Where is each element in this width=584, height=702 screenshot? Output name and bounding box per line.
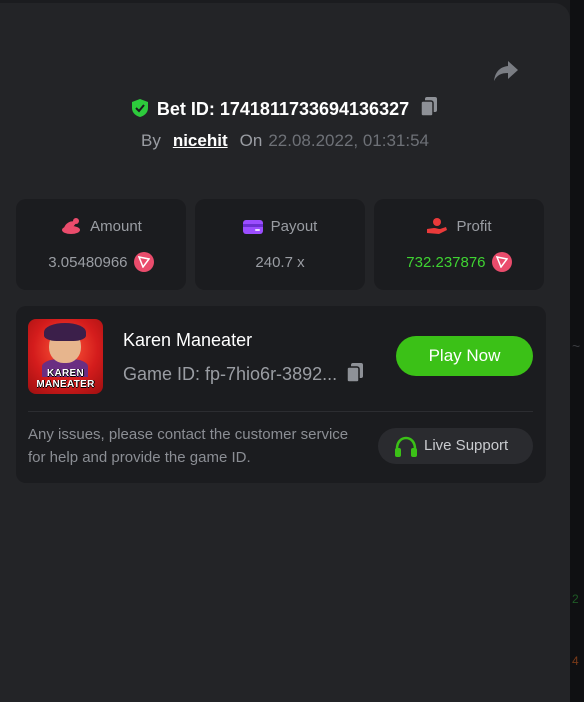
edge-fragment: ~	[572, 338, 581, 354]
payout-card: Payout 240.7 x	[195, 199, 365, 290]
background-edge: ~ 2 4	[570, 0, 584, 702]
bet-id-row: Bet ID: 1741811733694136327	[0, 96, 570, 122]
coin-stack-icon	[62, 218, 81, 234]
profit-label: Profit	[456, 218, 492, 235]
bet-datetime: 22.08.2022, 01:31:54	[268, 131, 430, 150]
share-icon[interactable]	[492, 58, 520, 84]
headset-icon	[395, 436, 417, 457]
copy-game-id-icon[interactable]	[345, 362, 365, 384]
amount-value: 3.05480966	[48, 254, 128, 271]
tron-currency-icon	[133, 252, 154, 272]
bet-detail-panel: Bet ID: 1741811733694136327 By nicehit On 2…	[0, 3, 570, 702]
bet-author-row: By nicehit On 22.08.2022, 01:31:54	[0, 129, 570, 153]
payout-value: 240.7 x	[255, 254, 305, 271]
profit-card: Profit 732.237876	[374, 199, 544, 290]
copy-bet-id-icon[interactable]	[419, 96, 439, 118]
by-label: By	[140, 131, 161, 150]
support-message: Any issues, please contact the customer …	[28, 426, 349, 466]
hand-coin-icon	[427, 218, 448, 234]
thumb-title-line2: MANEATER	[36, 379, 95, 390]
divider	[28, 411, 533, 412]
thumb-title-line1: KAREN	[46, 368, 85, 379]
card-icon	[242, 220, 263, 234]
amount-card: Amount 3.05480966	[16, 199, 186, 290]
game-thumbnail[interactable]: KAREN MANEATER	[28, 319, 103, 394]
on-label: On	[239, 131, 263, 150]
live-support-button[interactable]: Live Support	[378, 428, 533, 464]
bet-id: Bet ID: 1741811733694136327	[156, 99, 410, 119]
character-illustration-hair	[44, 323, 86, 341]
game-card: KAREN MANEATER Karen Maneater Game ID: f…	[16, 306, 546, 483]
amount-label: Amount	[90, 218, 142, 235]
profit-value: 732.237876	[406, 254, 486, 271]
edge-fragment: 4	[572, 654, 579, 668]
game-id: Game ID: fp-7hio6r-3892...	[123, 364, 338, 384]
live-support-label: Live Support	[424, 437, 509, 454]
game-id-row: Game ID: fp-7hio6r-3892...	[123, 361, 365, 387]
play-now-button[interactable]: Play Now	[396, 336, 533, 376]
edge-fragment: 2	[572, 592, 579, 606]
game-name: Karen Maneater	[123, 330, 253, 350]
verified-shield-icon	[131, 99, 148, 117]
tron-currency-icon	[491, 252, 512, 272]
payout-label: Payout	[270, 218, 318, 235]
username-link[interactable]: nicehit	[173, 131, 228, 150]
